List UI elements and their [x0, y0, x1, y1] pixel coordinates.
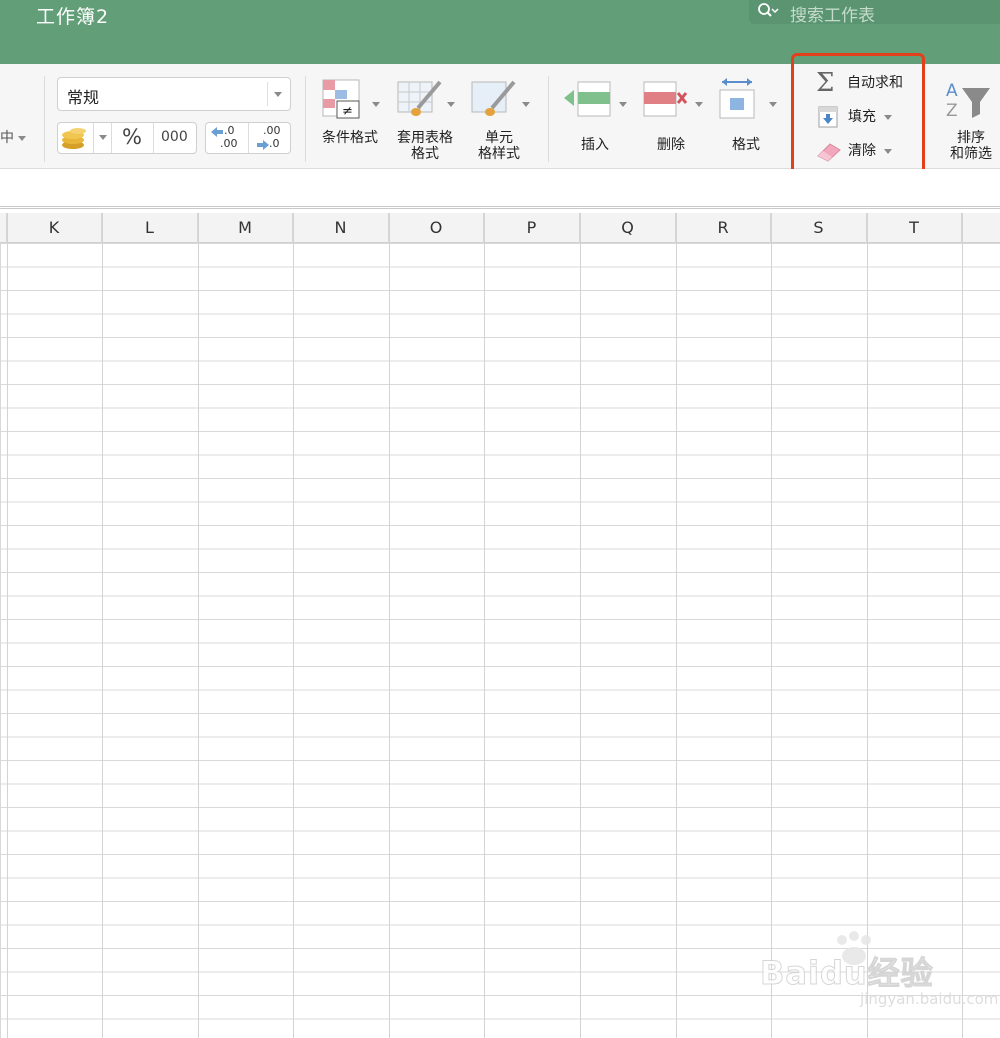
- format-cells-icon: [719, 78, 755, 119]
- cell-grid[interactable]: [0, 243, 1000, 1038]
- accounting-dropdown[interactable]: [94, 123, 112, 153]
- table-format-label: 套用表格: [397, 130, 453, 146]
- number-format-value: 常规: [67, 88, 100, 107]
- percent-label: %: [122, 125, 142, 149]
- divider: [44, 76, 45, 162]
- truncated-label: 中: [0, 130, 14, 146]
- column-header[interactable]: [0, 213, 7, 243]
- coins-icon: [62, 128, 86, 149]
- cell-style-label: 格样式: [478, 146, 520, 162]
- decimal-buttons: .0 .00 .00 .0: [205, 122, 291, 154]
- grid-line: [484, 213, 485, 1038]
- watermark-url: jingyan.baidu.com: [860, 990, 999, 1008]
- column-headers: K L M N O P Q R S T: [0, 213, 1000, 243]
- increase-decimal-button[interactable]: .0 .00: [206, 123, 249, 153]
- column-header[interactable]: P: [484, 213, 580, 243]
- insert-button[interactable]: 插入: [560, 72, 630, 162]
- thousands-label: 000: [161, 129, 188, 145]
- grid-line: [771, 213, 772, 1038]
- percent-button[interactable]: %: [112, 123, 154, 153]
- table-format-button[interactable]: 套用表格 格式: [390, 72, 462, 164]
- grid-line: [7, 213, 8, 1038]
- search-input[interactable]: 搜索工作表: [790, 1, 875, 26]
- grid-line: [962, 213, 963, 1038]
- conditional-format-button[interactable]: ≠ 条件格式: [315, 72, 385, 162]
- conditional-format-label: 条件格式: [322, 130, 378, 146]
- workbook-title: 工作簿2: [36, 6, 110, 28]
- chevron-down-icon: [372, 102, 380, 107]
- dec-label: .00: [263, 124, 281, 137]
- chevron-down-icon: [769, 102, 777, 107]
- chevron-down-icon: [522, 102, 530, 107]
- search-box[interactable]: 搜索工作表: [749, 0, 1000, 26]
- divider: [267, 82, 268, 106]
- column-header[interactable]: K: [7, 213, 102, 243]
- number-buttons: % 000: [57, 122, 197, 154]
- column-header[interactable]: O: [389, 213, 484, 243]
- insert-label: 插入: [581, 137, 609, 153]
- column-header[interactable]: T: [867, 213, 962, 243]
- watermark: Baidu经验 jingyan.baidu.com: [760, 930, 998, 1020]
- sort-filter-label: 和筛选: [950, 146, 992, 162]
- sort-filter-icon: A Z: [946, 81, 990, 121]
- dec-label: .0: [224, 124, 235, 137]
- thousands-button[interactable]: 000: [154, 123, 197, 153]
- formula-bar[interactable]: [0, 169, 1000, 209]
- grid-line: [293, 213, 294, 1038]
- grid-line: [580, 213, 581, 1038]
- grid-line: [198, 213, 199, 1038]
- dec-label: .00: [220, 137, 238, 150]
- chevron-down-icon: [447, 102, 455, 107]
- format-label: 格式: [732, 137, 760, 153]
- sort-filter-label: 排序: [957, 130, 985, 146]
- insert-cells-icon: [564, 81, 611, 117]
- watermark-brand: Baidu经验: [760, 954, 934, 993]
- delete-label: 删除: [657, 137, 685, 153]
- column-header[interactable]: M: [198, 213, 293, 243]
- column-header[interactable]: R: [676, 213, 771, 243]
- table-brush-icon: [397, 80, 442, 116]
- decrease-decimal-button[interactable]: .00 .0: [249, 123, 291, 153]
- cell-style-button[interactable]: 单元 格样式: [466, 72, 536, 164]
- number-format-select[interactable]: 常规: [57, 77, 291, 111]
- chevron-down-icon: [99, 135, 107, 140]
- divider: [305, 76, 306, 162]
- column-header[interactable]: S: [771, 213, 867, 243]
- chevron-down-icon: [619, 102, 627, 107]
- grid-line: [389, 213, 390, 1038]
- cell-brush-icon: [471, 80, 516, 116]
- column-header[interactable]: N: [293, 213, 389, 243]
- column-header[interactable]: Q: [580, 213, 676, 243]
- format-button[interactable]: 格式: [712, 72, 782, 162]
- arrow-left-icon: [211, 127, 223, 137]
- dec-label: .0: [269, 137, 280, 150]
- grid-line: [676, 213, 677, 1038]
- search-icon: [758, 3, 779, 17]
- chevron-down-icon: [695, 102, 703, 107]
- grid-line: [867, 213, 868, 1038]
- column-header[interactable]: L: [102, 213, 198, 243]
- svg-text:Z: Z: [946, 101, 958, 121]
- delete-button[interactable]: 删除: [636, 72, 706, 162]
- delete-cells-icon: [643, 81, 688, 117]
- accounting-format-button[interactable]: [58, 123, 94, 153]
- cell-style-label: 单元: [485, 130, 513, 146]
- chevron-down-icon: [18, 136, 26, 141]
- grid-line: [102, 213, 103, 1038]
- svg-text:≠: ≠: [342, 104, 353, 119]
- conditional-format-icon: ≠: [322, 79, 360, 119]
- divider: [548, 76, 549, 162]
- svg-text:A: A: [946, 81, 958, 101]
- chevron-down-icon: [274, 92, 282, 97]
- table-format-label: 格式: [411, 146, 439, 162]
- sort-filter-button[interactable]: A Z 排序 和筛选: [940, 72, 1000, 164]
- arrow-right-icon: [257, 140, 269, 150]
